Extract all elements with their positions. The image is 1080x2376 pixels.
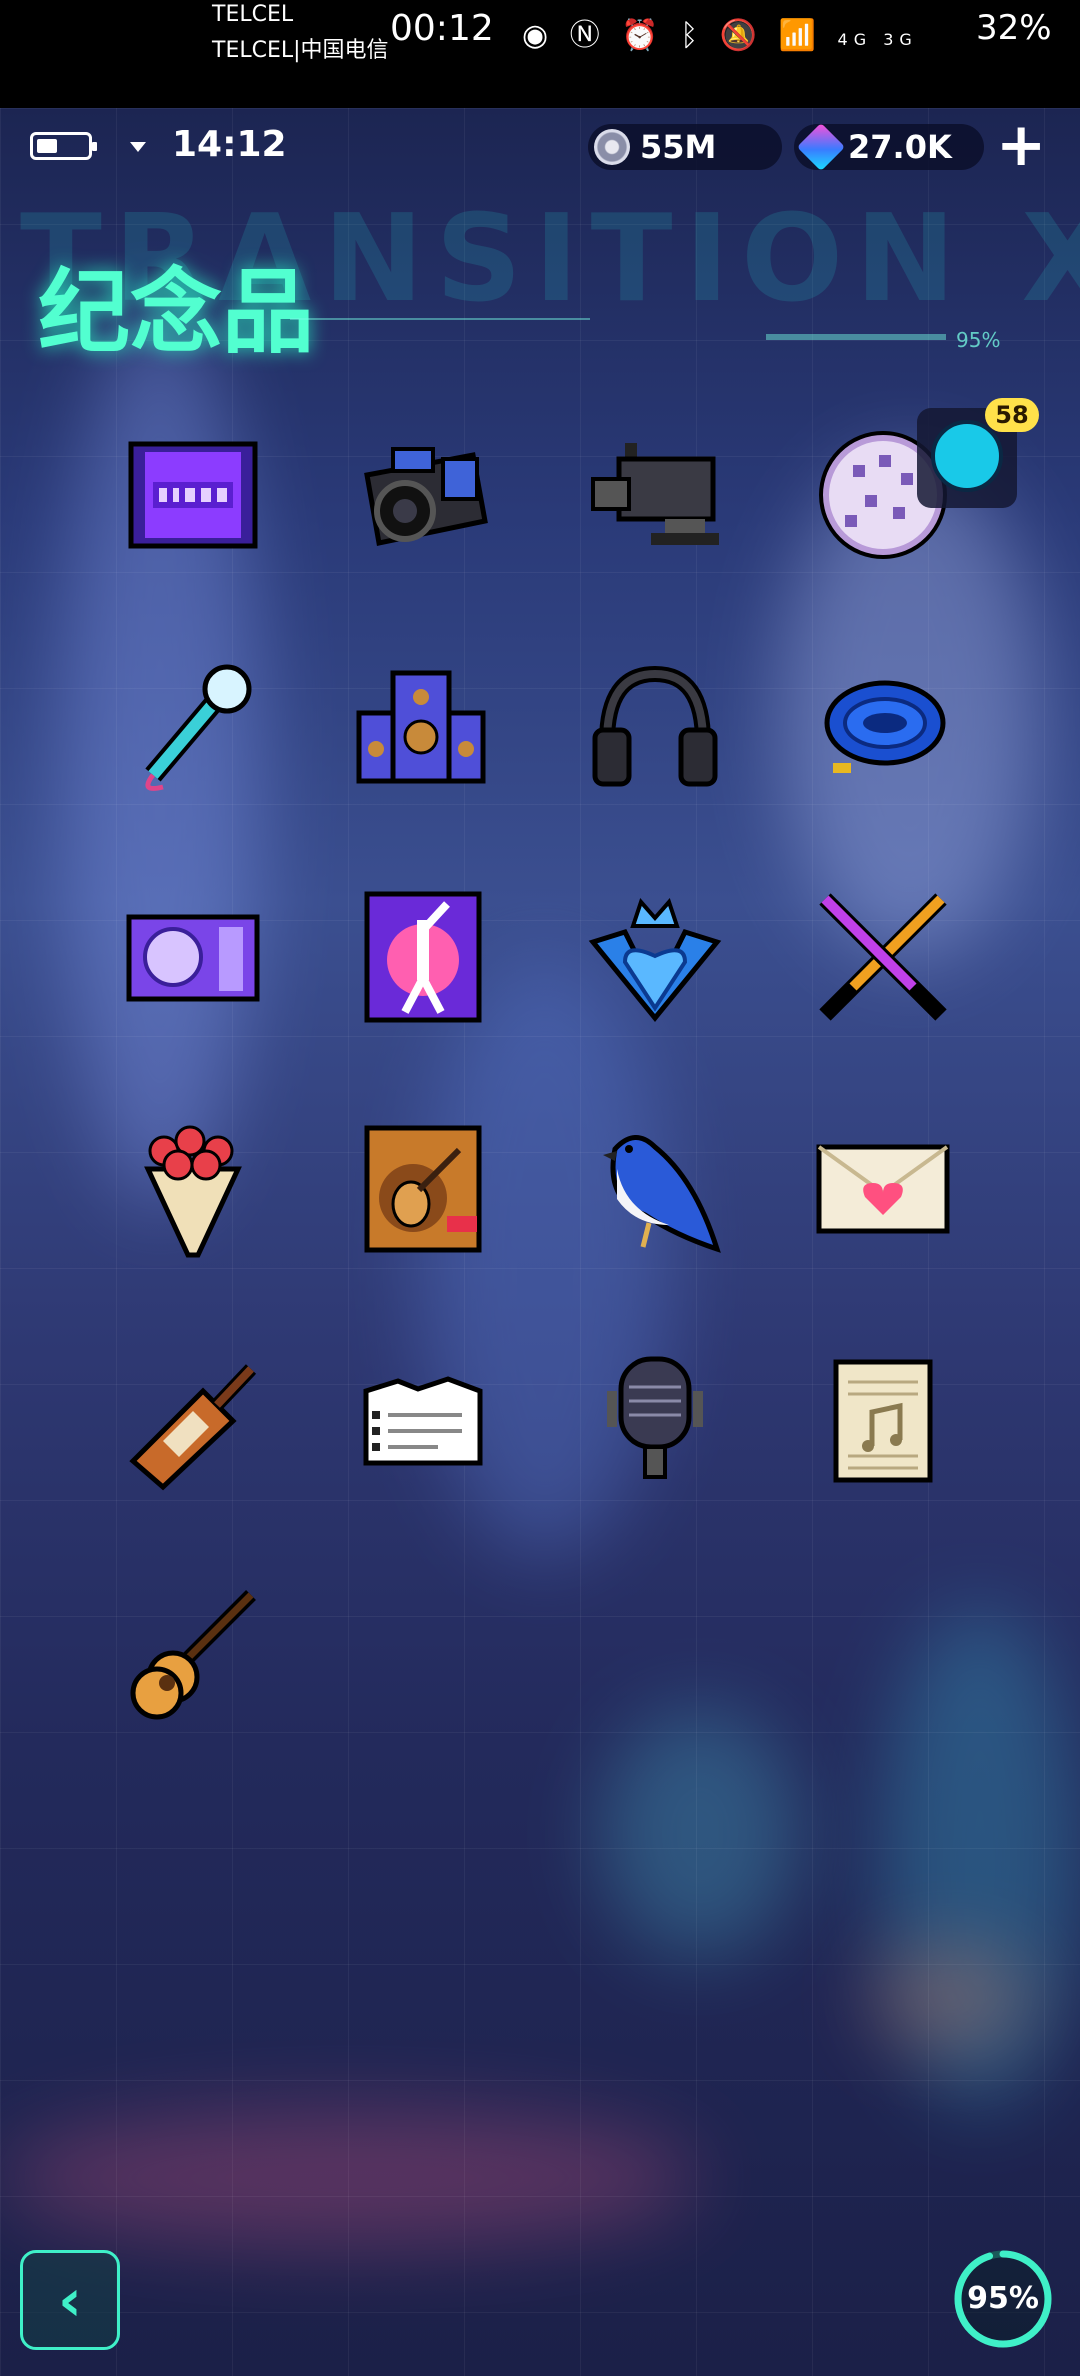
cable-coil-icon bbox=[824, 680, 946, 773]
acoustic-guitar-icon bbox=[130, 1590, 256, 1720]
crossed-lightsticks-icon bbox=[819, 893, 947, 1021]
wifi-indicator-icon bbox=[130, 142, 146, 152]
notification-badge: 58 bbox=[985, 398, 1039, 432]
souvenir-item-19[interactable] bbox=[580, 1346, 730, 1496]
souvenir-item-15[interactable] bbox=[580, 1114, 730, 1264]
guitar-poster-icon bbox=[364, 1125, 482, 1253]
souvenir-item-5[interactable] bbox=[118, 652, 268, 802]
souvenir-item-9[interactable] bbox=[118, 882, 268, 1032]
chat-bubble-icon bbox=[931, 420, 1003, 492]
note-card-icon bbox=[363, 1376, 483, 1466]
eye-icon: ◉ bbox=[522, 18, 555, 53]
souvenir-item-16[interactable] bbox=[808, 1114, 958, 1264]
souvenir-item-10[interactable] bbox=[348, 882, 498, 1032]
microphone-icon bbox=[145, 664, 252, 791]
chevron-left-icon: ‹ bbox=[58, 2266, 82, 2334]
souvenir-item-2[interactable] bbox=[348, 420, 498, 570]
mute-icon: 🔕 bbox=[719, 18, 764, 53]
souvenir-item-18[interactable] bbox=[348, 1346, 498, 1496]
wifi-icon: 📶 bbox=[778, 18, 822, 53]
souvenir-item-8[interactable] bbox=[808, 652, 958, 802]
speakers-icon bbox=[356, 670, 486, 784]
add-currency-button[interactable]: + bbox=[996, 115, 1046, 175]
game-clock: 14:12 bbox=[172, 124, 287, 165]
camera-icon bbox=[364, 447, 488, 546]
gem-icon bbox=[796, 122, 846, 172]
crowned-heart-icon bbox=[588, 898, 722, 1022]
system-battery: 32% bbox=[976, 8, 1052, 48]
dancer-poster-icon bbox=[364, 891, 482, 1023]
souvenir-item-1[interactable] bbox=[118, 420, 268, 570]
coin-balance[interactable]: 55M bbox=[588, 124, 782, 170]
souvenir-item-20[interactable] bbox=[808, 1346, 958, 1496]
souvenir-item-7[interactable] bbox=[580, 652, 730, 802]
wine-bottle-icon bbox=[129, 1364, 257, 1491]
sheet-music-icon bbox=[833, 1359, 933, 1483]
carrier-label: TELCEL bbox=[212, 2, 294, 27]
flower-bouquet-icon bbox=[144, 1125, 242, 1258]
signal-icon: 4G 3G bbox=[837, 30, 918, 49]
coin-icon bbox=[594, 129, 630, 165]
souvenir-item-3[interactable] bbox=[580, 420, 730, 570]
retro-microphone-icon bbox=[607, 1356, 703, 1479]
disco-card-icon bbox=[126, 914, 260, 1002]
system-icons: ◉ Ⓝ ⏰ ᛒ 🔕 📶 4G 3G bbox=[522, 10, 918, 54]
souvenir-item-13[interactable] bbox=[118, 1114, 268, 1264]
coin-value: 55M bbox=[640, 128, 717, 166]
love-letter-icon bbox=[816, 1144, 950, 1234]
carrier-label-secondary: TELCEL|中国电信 bbox=[212, 38, 389, 63]
gem-balance[interactable]: 27.0K bbox=[794, 122, 984, 172]
system-clock: 00:12 bbox=[390, 8, 494, 49]
headphones-icon bbox=[592, 665, 718, 787]
page-title: 纪念品 bbox=[38, 259, 315, 366]
battery-icon bbox=[30, 132, 97, 160]
souvenir-item-11[interactable] bbox=[580, 882, 730, 1032]
decorative-progress-bar bbox=[766, 334, 946, 340]
progress-label: 95% bbox=[967, 2281, 1039, 2316]
nfc-icon: Ⓝ bbox=[569, 18, 606, 53]
souvenir-item-12[interactable] bbox=[808, 882, 958, 1032]
decorative-line bbox=[290, 318, 590, 320]
souvenir-item-21[interactable] bbox=[118, 1578, 268, 1728]
system-status-bar: TELCEL TELCEL|中国电信 00:12 ◉ Ⓝ ⏰ ᛒ 🔕 📶 4G … bbox=[0, 0, 1080, 108]
bluetooth-icon: ᛒ bbox=[680, 18, 705, 53]
disco-ticket-icon bbox=[128, 441, 258, 549]
video-camera-icon bbox=[591, 443, 719, 545]
gem-value: 27.0K bbox=[848, 128, 952, 166]
back-button[interactable]: ‹ bbox=[20, 2250, 120, 2350]
souvenir-item-6[interactable] bbox=[348, 652, 498, 802]
bluebird-icon bbox=[603, 1135, 721, 1253]
souvenir-item-14[interactable] bbox=[348, 1114, 498, 1264]
souvenir-item-17[interactable] bbox=[118, 1346, 268, 1496]
alarm-icon: ⏰ bbox=[621, 18, 665, 53]
decorative-percent: 95% bbox=[956, 328, 1001, 352]
